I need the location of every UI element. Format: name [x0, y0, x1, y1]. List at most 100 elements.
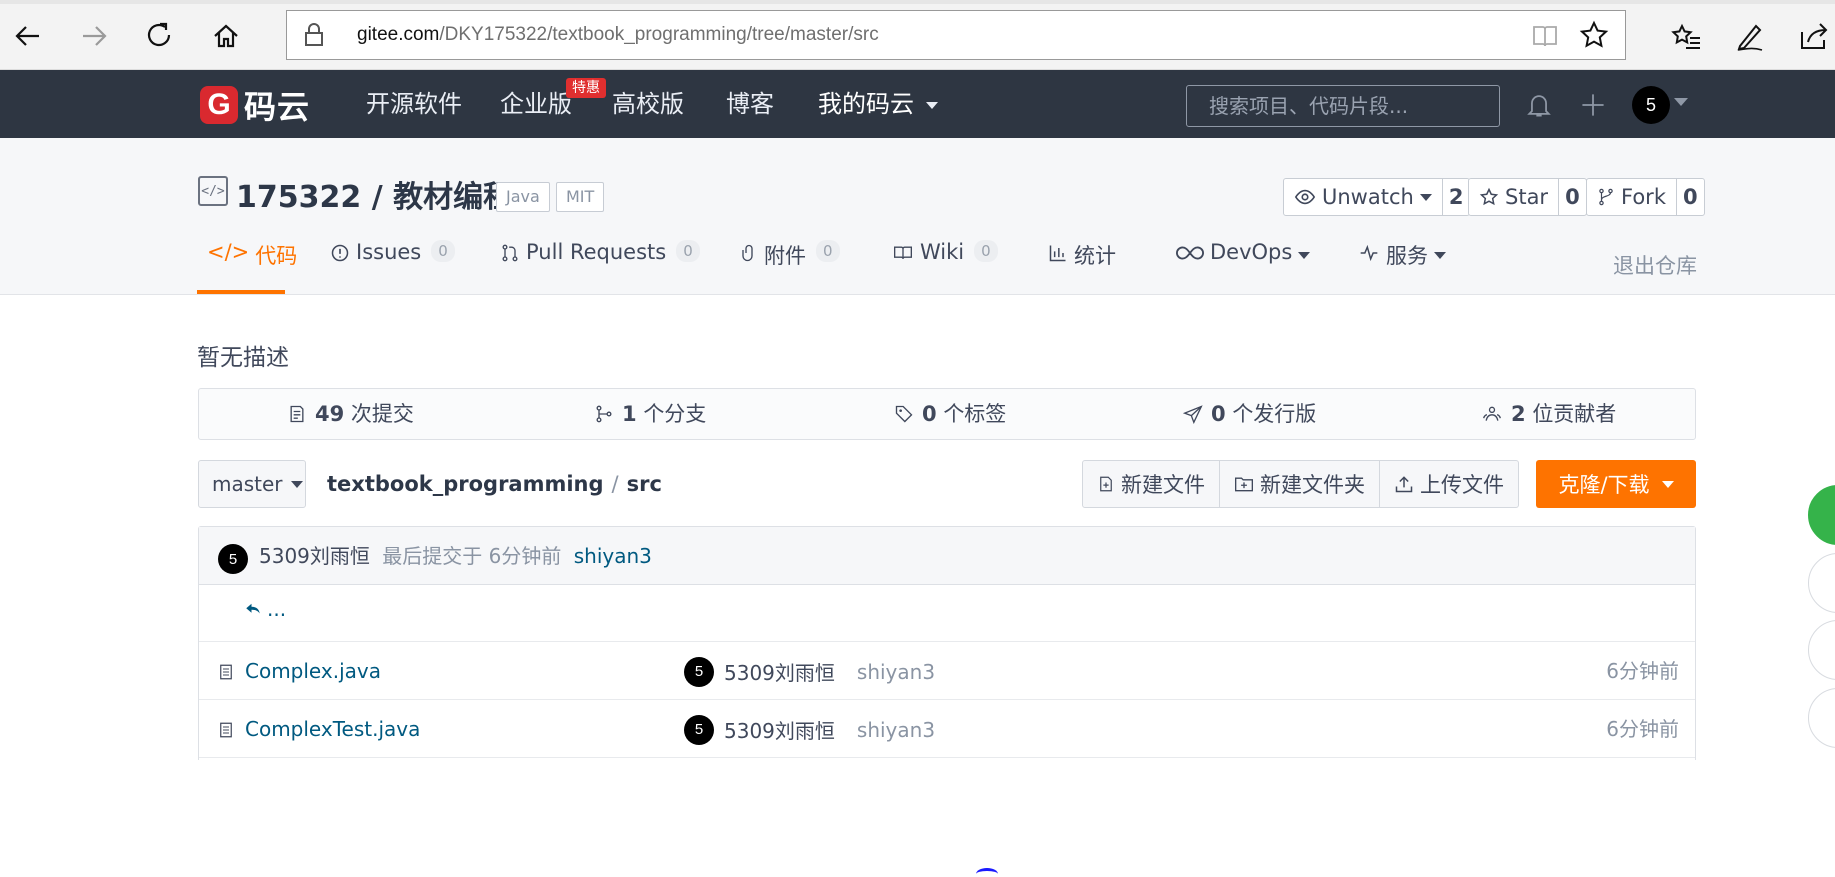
file-link[interactable]: Complex.java [217, 643, 381, 700]
tab-services-label: 服务 [1386, 244, 1428, 268]
forward-button[interactable] [72, 14, 116, 58]
breadcrumb-repo[interactable]: textbook_programming [327, 472, 604, 496]
header-search[interactable] [1186, 85, 1500, 127]
send-icon [1183, 405, 1203, 424]
parent-directory-row[interactable]: ... [199, 585, 1695, 642]
stat-commits-count: 49 [315, 402, 345, 426]
stat-tags[interactable]: 0 个标签 [894, 389, 1006, 439]
floating-mail-button[interactable] [1808, 620, 1835, 680]
nav-my-gitee[interactable]: 我的码云 [818, 70, 938, 138]
tab-pull-requests[interactable]: Pull Requests 0 [500, 240, 700, 294]
star-label-area[interactable]: Star [1469, 179, 1560, 215]
star-button[interactable]: Star 0 [1468, 178, 1587, 216]
tab-wiki[interactable]: Wiki 0 [892, 240, 998, 294]
stat-contributors[interactable]: 2 位贡献者 [1481, 389, 1616, 439]
table-row: ComplexTest.java 5 5309刘雨恒 shiyan3 6分钟前 [199, 701, 1695, 758]
project-title[interactable]: 175322 / 教材编程 [236, 172, 513, 216]
tab-statistics[interactable]: 统计 [1048, 240, 1116, 294]
last-commit-bar: 5 5309刘雨恒 最后提交于 6分钟前 shiyan3 [199, 527, 1695, 585]
breadcrumb-dir[interactable]: src [627, 472, 662, 496]
user-avatar[interactable]: 5 [1632, 86, 1670, 124]
refresh-button[interactable] [138, 14, 182, 58]
user-menu-caret-icon[interactable] [1674, 98, 1688, 106]
fork-count[interactable]: 0 [1677, 185, 1704, 209]
stat-commits[interactable]: 49 次提交 [287, 389, 414, 439]
upload-file-button[interactable]: 上传文件 [1380, 461, 1518, 507]
notifications-button[interactable] [1522, 88, 1556, 122]
new-folder-label: 新建文件夹 [1260, 473, 1365, 497]
watch-count[interactable]: 2 [1443, 185, 1470, 209]
license-tag[interactable]: MIT [556, 182, 605, 212]
tab-devops[interactable]: DevOps [1176, 240, 1311, 294]
new-file-label: 新建文件 [1121, 473, 1205, 497]
fork-label-area[interactable]: Fork [1587, 179, 1677, 215]
file-commit-author[interactable]: 5309刘雨恒 [724, 657, 835, 686]
parent-directory-label: ... [267, 597, 287, 621]
file-link[interactable]: ComplexTest.java [217, 701, 420, 758]
avatar[interactable]: 5 [218, 544, 248, 574]
file-commit-message[interactable]: shiyan3 [857, 660, 935, 684]
language-tag[interactable]: Java [496, 182, 550, 212]
create-button[interactable] [1576, 88, 1610, 122]
new-folder-icon [1235, 477, 1253, 492]
fork-icon [1599, 188, 1613, 206]
avatar[interactable]: 5 [684, 656, 714, 687]
avatar[interactable]: 5 [684, 714, 714, 745]
stat-branches[interactable]: 1 个分支 [594, 389, 706, 439]
commit-message[interactable]: shiyan3 [574, 544, 652, 568]
file-commit-author[interactable]: 5309刘雨恒 [724, 715, 835, 744]
floating-edit-button[interactable] [1808, 553, 1835, 613]
nav-enterprise[interactable]: 企业版 [500, 70, 572, 138]
new-file-button[interactable]: 新建文件 [1083, 461, 1220, 507]
home-button[interactable] [204, 14, 248, 58]
tab-issues[interactable]: Issues 0 [330, 240, 455, 294]
stat-releases-label: 个发行版 [1232, 402, 1317, 426]
parent-directory-link[interactable]: ... [243, 597, 286, 621]
nav-education[interactable]: 高校版 [612, 70, 684, 138]
share-icon [1801, 23, 1828, 49]
header-search-input[interactable] [1187, 86, 1499, 126]
new-folder-button[interactable]: 新建文件夹 [1220, 461, 1380, 507]
share-button[interactable] [1794, 16, 1834, 56]
tab-code[interactable]: </> 代码 [207, 240, 297, 294]
tab-services[interactable]: 服务 [1358, 240, 1446, 294]
nav-open-source[interactable]: 开源软件 [366, 70, 462, 138]
tab-issues-count: 0 [431, 240, 455, 262]
notes-button[interactable] [1730, 16, 1770, 56]
watch-label: Unwatch [1322, 185, 1414, 209]
stat-tags-count: 0 [922, 402, 937, 426]
back-button[interactable] [6, 14, 50, 58]
file-commit-message[interactable]: shiyan3 [857, 718, 935, 742]
bar-chart-icon [1049, 245, 1066, 262]
book-icon [894, 246, 912, 259]
url-path: /DKY175322/textbook_programming/tree/mas… [439, 24, 879, 45]
repo-stats-bar: 49 次提交 1 个分支 0 个标签 0 个发行版 2 位贡献者 [198, 388, 1696, 440]
exit-repo-link[interactable]: 退出仓库 [1613, 250, 1697, 280]
file-actions-group: 新建文件 新建文件夹 上传文件 [1082, 460, 1519, 508]
fork-button[interactable]: Fork 0 [1586, 178, 1705, 216]
watch-button[interactable]: Unwatch 2 [1283, 178, 1471, 216]
floating-help-button[interactable] [1808, 485, 1835, 545]
chevron-down-icon [1298, 252, 1311, 259]
stat-releases[interactable]: 0 个发行版 [1183, 389, 1316, 439]
star-icon [1479, 187, 1499, 206]
watch-label-area[interactable]: Unwatch [1284, 179, 1443, 215]
nav-blog[interactable]: 博客 [726, 70, 774, 138]
favorites-hub-button[interactable] [1666, 16, 1706, 56]
reading-view-icon[interactable] [1531, 22, 1559, 50]
branch-selector[interactable]: master [198, 460, 306, 508]
favorite-star-icon[interactable] [1579, 20, 1609, 50]
floating-chat-button[interactable] [1808, 688, 1835, 748]
star-count[interactable]: 0 [1559, 185, 1586, 209]
gitee-logo[interactable]: G 码云 [200, 84, 310, 126]
stat-contributors-label: 位贡献者 [1532, 402, 1617, 426]
file-name[interactable]: ComplexTest.java [245, 701, 420, 758]
address-bar[interactable]: gitee.com/DKY175322/textbook_programming… [286, 10, 1626, 60]
file-name[interactable]: Complex.java [245, 643, 381, 700]
tab-attachments-label: 附件 [764, 244, 806, 268]
clone-download-button[interactable]: 克隆/下载 [1536, 460, 1696, 508]
commit-author[interactable]: 5309刘雨恒 [259, 544, 370, 568]
file-list: 5 5309刘雨恒 最后提交于 6分钟前 shiyan3 ... Complex… [198, 526, 1696, 760]
tab-attachments[interactable]: 附件 0 [740, 240, 840, 294]
arrow-right-icon [83, 26, 107, 46]
